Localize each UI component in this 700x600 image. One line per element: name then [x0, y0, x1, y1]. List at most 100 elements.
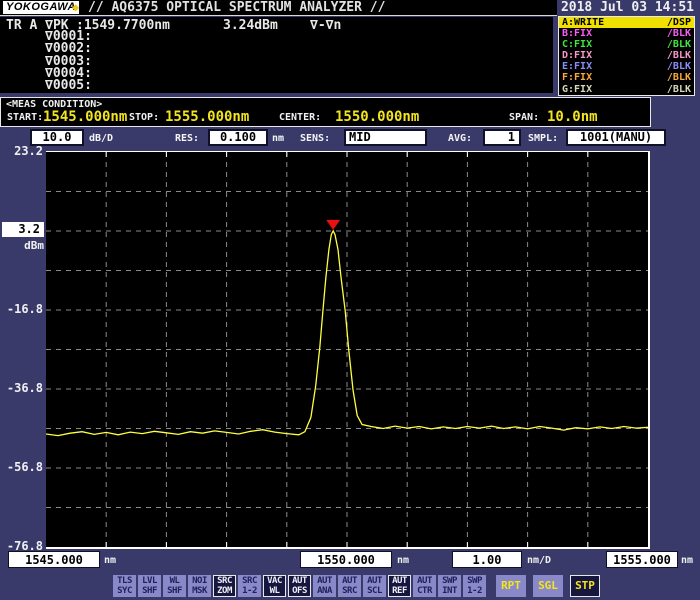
button-swp-1-2[interactable]: SWP1-2 [463, 575, 486, 597]
button-label: SHF [163, 586, 186, 596]
button-label: AUT [389, 576, 410, 586]
span-value[interactable]: 10.0nm [547, 109, 598, 125]
button-src-1-2[interactable]: SRC1-2 [238, 575, 261, 597]
button-aut-ofs[interactable]: AUTOFS [288, 575, 311, 597]
button-label: OFS [289, 586, 310, 596]
trace-row-e[interactable]: E:FIX/BLK [559, 61, 694, 72]
x-per-div-field[interactable]: 1.00 [452, 551, 522, 568]
x-left-field[interactable]: 1545.000 [8, 551, 100, 568]
trace-display-mode: /BLK [667, 39, 691, 50]
y-axis-tick-label: -56.8 [0, 460, 43, 474]
res-label: RES: [175, 133, 199, 144]
x-center-field[interactable]: 1550.000 [300, 551, 392, 568]
trace-row-f[interactable]: F:FIX/BLK [559, 72, 694, 83]
avg-field[interactable]: 1 [483, 129, 521, 146]
trace-label: E:FIX [562, 61, 592, 72]
meas-condition-bar: <MEAS CONDITION> START: 1545.000nm STOP:… [0, 97, 651, 127]
x-center-unit: nm [397, 555, 409, 566]
datetime: 2018 Jul 03 14:51 [561, 1, 694, 15]
logo-diamond-icon: ◆ [72, 0, 79, 15]
button-label: WL [264, 586, 285, 596]
button-label: SWP [463, 576, 486, 586]
button-label: AUT [363, 576, 386, 586]
button-label: ZOM [214, 586, 235, 596]
button-label: SRC [238, 576, 261, 586]
sens-field[interactable]: MID [344, 129, 427, 146]
button-label: WL [163, 576, 186, 586]
button-sgl[interactable]: SGL [533, 575, 563, 597]
trace-display-mode: /BLK [667, 61, 691, 72]
marker-list: ∇0001:∇0002:∇0003:∇0004:∇0005: [0, 31, 92, 92]
spectrum-plot [46, 151, 650, 549]
button-tls-syc[interactable]: TLSSYC [113, 575, 136, 597]
peak-marker-icon [326, 220, 340, 230]
stop-label: STOP: [129, 112, 159, 123]
y-axis-tick-label: -16.8 [0, 302, 43, 316]
center-value[interactable]: 1550.000nm [335, 109, 419, 125]
start-label: START: [7, 112, 43, 123]
button-label: AUT [338, 576, 361, 586]
trace-label: C:FIX [562, 39, 592, 50]
button-label: AUT [289, 576, 310, 586]
button-label: MSK [188, 586, 211, 596]
button-vac-wl[interactable]: VACWL [263, 575, 286, 597]
button-label: SRC [338, 586, 361, 596]
trace-row-a[interactable]: A:WRITE/DSP [559, 17, 694, 28]
button-label: ANA [313, 586, 336, 596]
button-rpt[interactable]: RPT [496, 575, 526, 597]
trace-label: G:FIX [562, 84, 592, 95]
button-label: SWP [438, 576, 461, 586]
marker-slot: ∇0005: [45, 80, 92, 92]
x-right-field[interactable]: 1555.000 [606, 551, 678, 568]
trace-row-c[interactable]: C:FIX/BLK [559, 39, 694, 50]
span-label: SPAN: [509, 112, 539, 123]
button-label: SYC [113, 586, 136, 596]
button-label: INT [438, 586, 461, 596]
ref-level-field[interactable]: 3.2 [2, 222, 44, 237]
trace-label: B:FIX [562, 28, 592, 39]
button-aut-ana[interactable]: AUTANA [313, 575, 336, 597]
peak-level-value: 3.24dBm [223, 18, 278, 33]
button-stp[interactable]: STP [570, 575, 600, 597]
trace-display-mode: /BLK [667, 84, 691, 95]
avg-label: AVG: [448, 133, 472, 144]
button-aut-scl[interactable]: AUTSCL [363, 575, 386, 597]
res-field[interactable]: 0.100 [208, 129, 268, 146]
button-src-zom[interactable]: SRCZOM [213, 575, 236, 597]
trace-label: D:FIX [562, 50, 592, 61]
button-lvl-shf[interactable]: LVLSHF [138, 575, 161, 597]
button-label: CTR [413, 586, 436, 596]
res-unit: nm [272, 133, 284, 144]
start-value[interactable]: 1545.000nm [43, 109, 127, 125]
trace-display-mode: /BLK [667, 28, 691, 39]
trace-row-d[interactable]: D:FIX/BLK [559, 50, 694, 61]
marker-mode: ∇-∇n [310, 18, 341, 33]
trace-row-g[interactable]: G:FIX/BLK [559, 84, 694, 95]
button-label: SHF [138, 586, 161, 596]
button-noi-msk[interactable]: NOIMSK [188, 575, 211, 597]
button-label: TLS [113, 576, 136, 586]
yokogawa-logo: YOKOGAWA [3, 1, 79, 14]
y-axis-tick-label: 23.2 [0, 144, 43, 158]
ref-level-unit: dBm [2, 239, 44, 252]
smpl-field[interactable]: 1001(MANU) [566, 129, 666, 146]
trace-row-b[interactable]: B:FIX/BLK [559, 28, 694, 39]
osa-screen: YOKOGAWA ◆ // AQ6375 OPTICAL SPECTRUM AN… [0, 0, 700, 600]
button-aut-ref[interactable]: AUTREF [388, 575, 411, 597]
button-label: AUT [413, 576, 436, 586]
sweep-control-group: RPT SGL STP [496, 575, 607, 597]
softkey-toolbar: TLSSYCLVLSHFWLSHFNOIMSKSRCZOMSRC1-2VACWL… [113, 575, 488, 597]
trace-status-panel: A:WRITE/DSPB:FIX/BLKC:FIX/BLKD:FIX/BLKE:… [558, 16, 695, 96]
button-swp-int[interactable]: SWPINT [438, 575, 461, 597]
button-label: NOI [188, 576, 211, 586]
center-label: CENTER: [279, 112, 321, 123]
x-left-unit: nm [104, 555, 116, 566]
smpl-label: SMPL: [528, 133, 558, 144]
button-aut-ctr[interactable]: AUTCTR [413, 575, 436, 597]
trace-display-mode: /DSP [667, 17, 691, 28]
button-aut-src[interactable]: AUTSRC [338, 575, 361, 597]
button-label: SCL [363, 586, 386, 596]
button-wl-shf[interactable]: WLSHF [163, 575, 186, 597]
stop-value[interactable]: 1555.000nm [165, 109, 249, 125]
trace-display-mode: /BLK [667, 50, 691, 61]
